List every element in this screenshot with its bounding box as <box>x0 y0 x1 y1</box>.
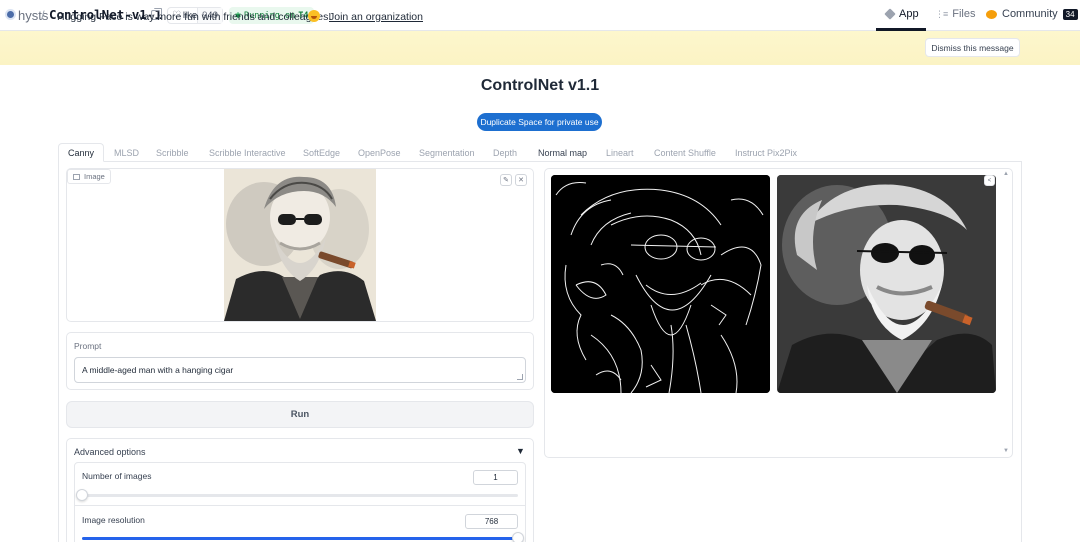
app-icon <box>884 8 896 20</box>
tab-normal-map[interactable]: Normal map <box>538 143 587 163</box>
num-images-slider-thumb[interactable] <box>76 489 88 501</box>
image-label-text: Image <box>84 172 105 181</box>
community-icon <box>986 9 997 19</box>
org-banner <box>0 31 1080 65</box>
image-input-label: Image <box>67 169 111 184</box>
tab-lineart[interactable]: Lineart <box>606 143 634 163</box>
community-count-badge: 34 <box>1062 8 1078 20</box>
image-icon <box>73 173 80 180</box>
page-title: ControlNet v1.1 <box>480 77 600 94</box>
tab-bar: Canny MLSD Scribble Scribble Interactive… <box>58 143 1022 163</box>
files-icon: ⋮≡ <box>935 8 948 19</box>
tab-instruct-pix2pix[interactable]: Instruct Pix2Pix <box>735 143 797 163</box>
scroll-down-icon[interactable]: ▼ <box>1003 448 1009 454</box>
num-images-slider-track[interactable] <box>82 494 518 497</box>
prompt-value: A middle-aged man with a hanging cigar <box>82 365 234 375</box>
join-organization-link[interactable]: Join an organization <box>329 11 423 23</box>
nav-community-label: Community <box>1002 8 1058 20</box>
resolution-label: Image resolution <box>82 515 145 525</box>
generated-output-image[interactable] <box>777 175 996 393</box>
advanced-options-label[interactable]: Advanced options <box>74 447 146 457</box>
resize-handle-icon[interactable] <box>517 374 523 380</box>
prompt-label: Prompt <box>74 341 102 351</box>
tab-segmentation[interactable]: Segmentation <box>419 143 475 163</box>
hugging-face-emoji-icon <box>308 10 320 22</box>
duplicate-space-button[interactable]: Duplicate Space for private use <box>477 113 602 131</box>
nav-community[interactable]: Community 34 <box>986 8 1078 20</box>
num-images-slider-container <box>74 462 526 506</box>
tab-mlsd[interactable]: MLSD <box>114 143 139 163</box>
scroll-up-icon[interactable]: ▲ <box>1003 171 1009 177</box>
num-images-label: Number of images <box>82 471 152 481</box>
space-globe-icon <box>5 9 16 20</box>
num-images-input[interactable]: 1 <box>473 470 518 485</box>
tab-softedge[interactable]: SoftEdge <box>303 143 340 163</box>
resolution-slider-fill <box>82 537 518 540</box>
nav-app[interactable]: App <box>884 8 919 20</box>
chevron-down-icon[interactable]: ▼ <box>516 446 525 456</box>
tab-scribble-interactive[interactable]: Scribble Interactive <box>209 143 286 163</box>
input-portrait-image <box>224 169 376 321</box>
share-icon[interactable]: < <box>984 175 995 186</box>
path-separator: / <box>41 8 45 23</box>
dismiss-button[interactable]: Dismiss this message <box>925 38 1020 57</box>
nav-files[interactable]: ⋮≡ Files <box>935 8 976 20</box>
close-icon[interactable]: ✕ <box>515 174 527 186</box>
tab-canny[interactable]: Canny <box>58 143 105 162</box>
prompt-input[interactable]: A middle-aged man with a hanging cigar <box>74 357 526 383</box>
pencil-icon[interactable]: ✎ <box>500 174 512 186</box>
nav-app-label: App <box>899 8 919 20</box>
banner-text: Hugging Face is way more fun with friend… <box>57 11 332 23</box>
canny-edge-output-image[interactable] <box>551 175 770 393</box>
tab-depth[interactable]: Depth <box>493 143 517 163</box>
tab-openpose[interactable]: OpenPose <box>358 143 401 163</box>
nav-files-label: Files <box>952 8 976 20</box>
resolution-slider-track[interactable] <box>82 537 518 540</box>
tab-scribble[interactable]: Scribble <box>156 143 189 163</box>
resolution-slider-thumb[interactable] <box>512 532 524 542</box>
panel-border-right <box>1021 161 1022 542</box>
tab-content-shuffle[interactable]: Content Shuffle <box>654 143 716 163</box>
panel-border-left <box>58 161 59 542</box>
resolution-input[interactable]: 768 <box>465 514 518 529</box>
run-button[interactable]: Run <box>66 401 534 428</box>
